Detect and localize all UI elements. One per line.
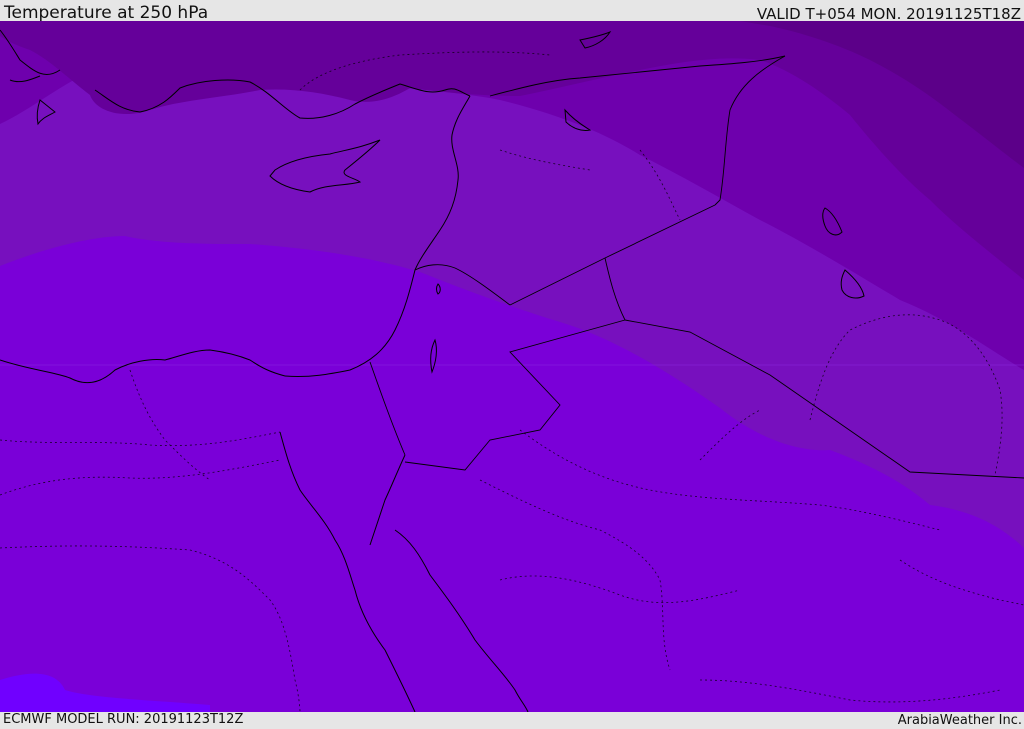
temperature-map: [0, 21, 1024, 712]
model-run-label: ECMWF MODEL RUN: 20191123T12Z: [3, 712, 244, 727]
map-title: Temperature at 250 hPa: [4, 3, 209, 23]
valid-time: VALID T+054 MON. 20191125T18Z: [756, 5, 1021, 23]
credit-label: ArabiaWeather Inc.: [897, 713, 1022, 728]
